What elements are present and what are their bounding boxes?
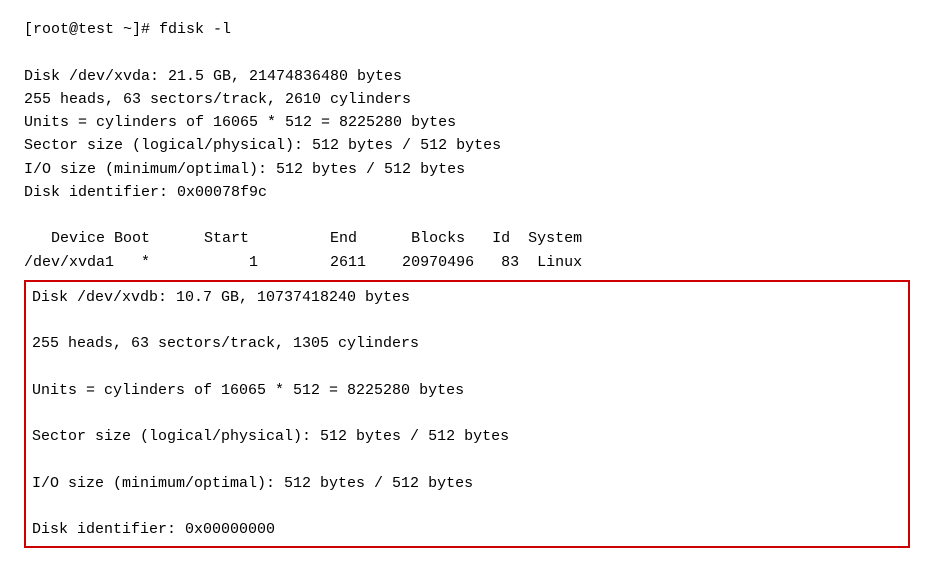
disk1-units: Units = cylinders of 16065 * 512 = 82252… [24, 111, 910, 134]
prompt-line: [root@test ~]# fdisk -l [24, 18, 910, 41]
disk1-heads: 255 heads, 63 sectors/track, 2610 cylind… [24, 88, 910, 111]
partition-header: Device Boot Start End Blocks Id System [24, 227, 910, 250]
disk2-highlighted-block: Disk /dev/xvdb: 10.7 GB, 10737418240 byt… [24, 280, 910, 548]
disk1-identifier: Disk identifier: 0x00078f9c [24, 181, 910, 204]
terminal-output: [root@test ~]# fdisk -l Disk /dev/xvda: … [24, 18, 910, 548]
disk2-sector-size: Sector size (logical/physical): 512 byte… [32, 425, 902, 448]
empty-line-1 [24, 41, 910, 64]
disk2-units: Units = cylinders of 16065 * 512 = 82252… [32, 379, 902, 402]
disk2-header: Disk /dev/xvdb: 10.7 GB, 10737418240 byt… [32, 286, 902, 309]
disk2-identifier: Disk identifier: 0x00000000 [32, 518, 902, 541]
disk2-heads: 255 heads, 63 sectors/track, 1305 cylind… [32, 332, 902, 355]
disk2-io-size: I/O size (minimum/optimal): 512 bytes / … [32, 472, 902, 495]
partition-row1: /dev/xvda1 * 1 2611 20970496 83 Linux [24, 251, 910, 274]
disk1-header: Disk /dev/xvda: 21.5 GB, 21474836480 byt… [24, 65, 910, 88]
disk1-io-size: I/O size (minimum/optimal): 512 bytes / … [24, 158, 910, 181]
empty-line-2 [24, 204, 910, 227]
disk1-sector-size: Sector size (logical/physical): 512 byte… [24, 134, 910, 157]
